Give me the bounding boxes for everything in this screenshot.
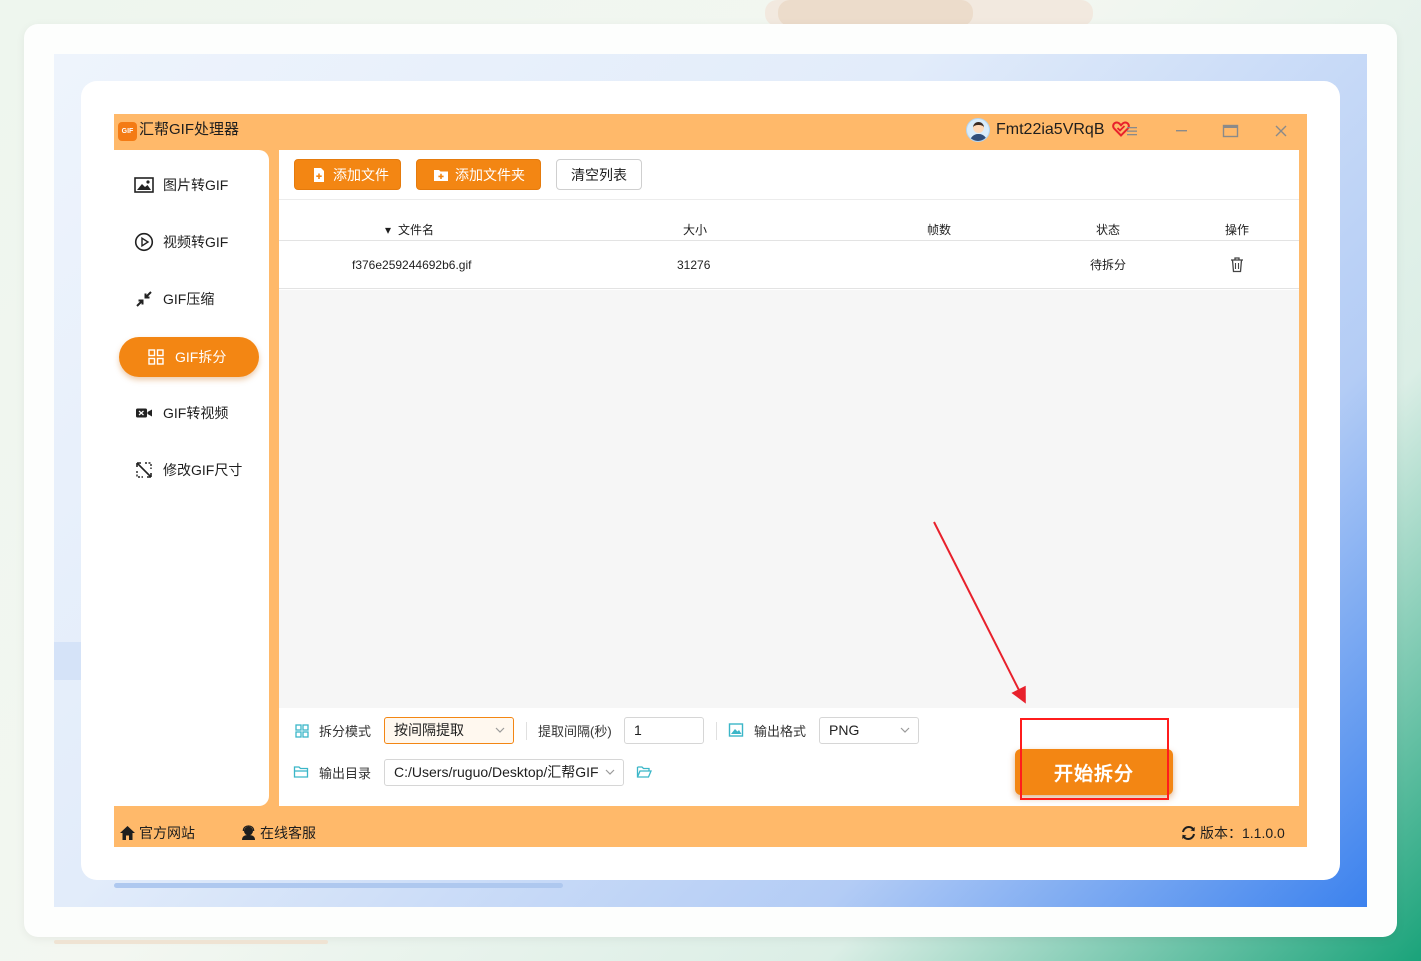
column-header-actions: 操作 — [1225, 223, 1250, 237]
avatar-head — [973, 122, 984, 133]
split-mode-value: 按间隔提取 — [394, 722, 464, 738]
sidebar-item-label: GIF转视频 — [163, 405, 229, 421]
interval-label: 提取间隔(秒) — [538, 724, 612, 739]
avatar[interactable] — [966, 118, 990, 142]
add-file-label: 添加文件 — [333, 166, 389, 183]
add-folder-label: 添加文件夹 — [455, 166, 525, 183]
file-list-empty-area — [279, 290, 1299, 708]
image-icon — [133, 174, 155, 196]
toolbar: 添加文件 添加文件夹 清空列表 — [279, 150, 1299, 200]
official-website-label: 官方网站 — [139, 825, 195, 841]
output-format-icon — [728, 723, 744, 737]
split-mode-icon — [295, 724, 309, 738]
sidebar-item-resize-gif[interactable]: 修改GIF尺寸 — [119, 450, 259, 490]
split-mode-select[interactable]: 按间隔提取 — [384, 717, 514, 744]
minimize-button[interactable] — [1166, 119, 1196, 143]
divider — [526, 722, 527, 740]
desktop-background-strip — [54, 642, 84, 680]
official-website-link[interactable]: 官方网站 — [119, 825, 195, 841]
chevron-down-icon — [605, 768, 615, 776]
title-bar: GIF 汇帮GIF处理器 Fmt22ia5VRqB — [114, 114, 1307, 150]
sidebar-item-gif-compress[interactable]: GIF压缩 — [119, 279, 259, 319]
online-support-label: 在线客服 — [260, 825, 316, 841]
background-divider — [54, 940, 328, 944]
folder-icon — [293, 766, 309, 778]
sidebar-item-label: GIF压缩 — [163, 291, 215, 307]
app-logo-icon: GIF — [118, 122, 137, 141]
annotation-highlight-box — [1020, 718, 1169, 800]
refresh-icon — [1182, 825, 1195, 841]
add-folder-button[interactable]: 添加文件夹 — [416, 159, 541, 190]
sidebar-item-image-to-gif[interactable]: 图片转GIF — [119, 165, 259, 205]
split-mode-label: 拆分模式 — [319, 724, 372, 739]
row-filename: f376e259244692b6.gif — [352, 258, 472, 272]
app-title: 汇帮GIF处理器 — [139, 121, 239, 138]
column-header-frames[interactable]: 帧数 — [927, 222, 951, 238]
sidebar-item-gif-to-video[interactable]: GIF转视频 — [119, 393, 259, 433]
output-dir-label: 输出目录 — [319, 766, 372, 781]
sort-desc-icon[interactable]: ▾ — [385, 222, 391, 238]
output-format-label: 输出格式 — [754, 724, 807, 739]
sidebar-item-label: 视频转GIF — [163, 234, 229, 250]
output-dir-select[interactable]: C:/Users/ruguo/Desktop/汇帮GIF — [384, 759, 624, 786]
username[interactable]: Fmt22ia5VRqB — [996, 120, 1105, 140]
horizontal-scrollbar[interactable] — [114, 883, 563, 888]
grid-split-icon — [145, 346, 167, 368]
column-header-filename[interactable]: 文件名 — [398, 222, 434, 238]
sidebar-item-gif-split[interactable]: GIF拆分 — [119, 337, 259, 377]
clear-list-button[interactable]: 清空列表 — [556, 159, 642, 190]
add-file-icon — [314, 167, 324, 182]
version-info[interactable]: 版本：1.1.0.0 — [1180, 825, 1285, 841]
video-camera-icon — [133, 402, 155, 424]
column-header-size[interactable]: 大小 — [683, 222, 707, 238]
add-folder-icon — [434, 169, 448, 181]
app-window: GIF 汇帮GIF处理器 Fmt22ia5VRqB 图片转GIF 视频转GIF … — [114, 114, 1307, 847]
version-label: 版本：1.1.0.0 — [1200, 825, 1285, 841]
close-button[interactable] — [1266, 119, 1296, 143]
row-status: 待拆分 — [1090, 258, 1127, 272]
menu-icon[interactable] — [1127, 126, 1137, 136]
chevron-down-icon — [900, 727, 910, 733]
background-tab-active — [778, 0, 973, 26]
home-icon — [120, 826, 135, 840]
add-file-button[interactable]: 添加文件 — [294, 159, 401, 190]
sidebar-item-label: 图片转GIF — [163, 177, 229, 193]
column-header-status[interactable]: 状态 — [1096, 222, 1120, 238]
sidebar-item-video-to-gif[interactable]: 视频转GIF — [119, 222, 259, 262]
interval-input[interactable]: 1 — [624, 717, 704, 744]
main-panel: 添加文件 添加文件夹 清空列表 ▾ 文件名 大小 帧数 状态 操作 f376e2… — [279, 150, 1299, 806]
output-format-select[interactable]: PNG — [819, 717, 919, 744]
resize-icon — [133, 459, 155, 481]
sidebar-item-label: 修改GIF尺寸 — [163, 462, 243, 478]
play-circle-icon — [133, 231, 155, 253]
table-row[interactable]: f376e259244692b6.gif 31276 待拆分 — [279, 241, 1299, 289]
compress-icon — [133, 288, 155, 310]
open-folder-icon[interactable] — [636, 764, 652, 780]
delete-trash-icon[interactable] — [1229, 256, 1245, 273]
customer-service-icon — [242, 825, 255, 840]
online-support-link[interactable]: 在线客服 — [240, 825, 316, 841]
avatar-body — [970, 134, 987, 141]
output-dir-value: C:/Users/ruguo/Desktop/汇帮GIF — [394, 764, 599, 780]
divider — [716, 722, 717, 740]
output-format-value: PNG — [829, 722, 860, 738]
sidebar-item-label: GIF拆分 — [175, 349, 227, 365]
footer: 官方网站 在线客服 版本：1.1.0.0 — [114, 819, 1307, 847]
chevron-down-icon — [495, 727, 505, 733]
sidebar: 图片转GIF 视频转GIF GIF压缩 GIF拆分 GIF转视频 修改GIF尺寸 — [114, 150, 269, 806]
row-size: 31276 — [677, 258, 711, 272]
maximize-button[interactable] — [1215, 119, 1245, 143]
table-header: ▾ 文件名 大小 帧数 状态 操作 — [279, 219, 1299, 241]
